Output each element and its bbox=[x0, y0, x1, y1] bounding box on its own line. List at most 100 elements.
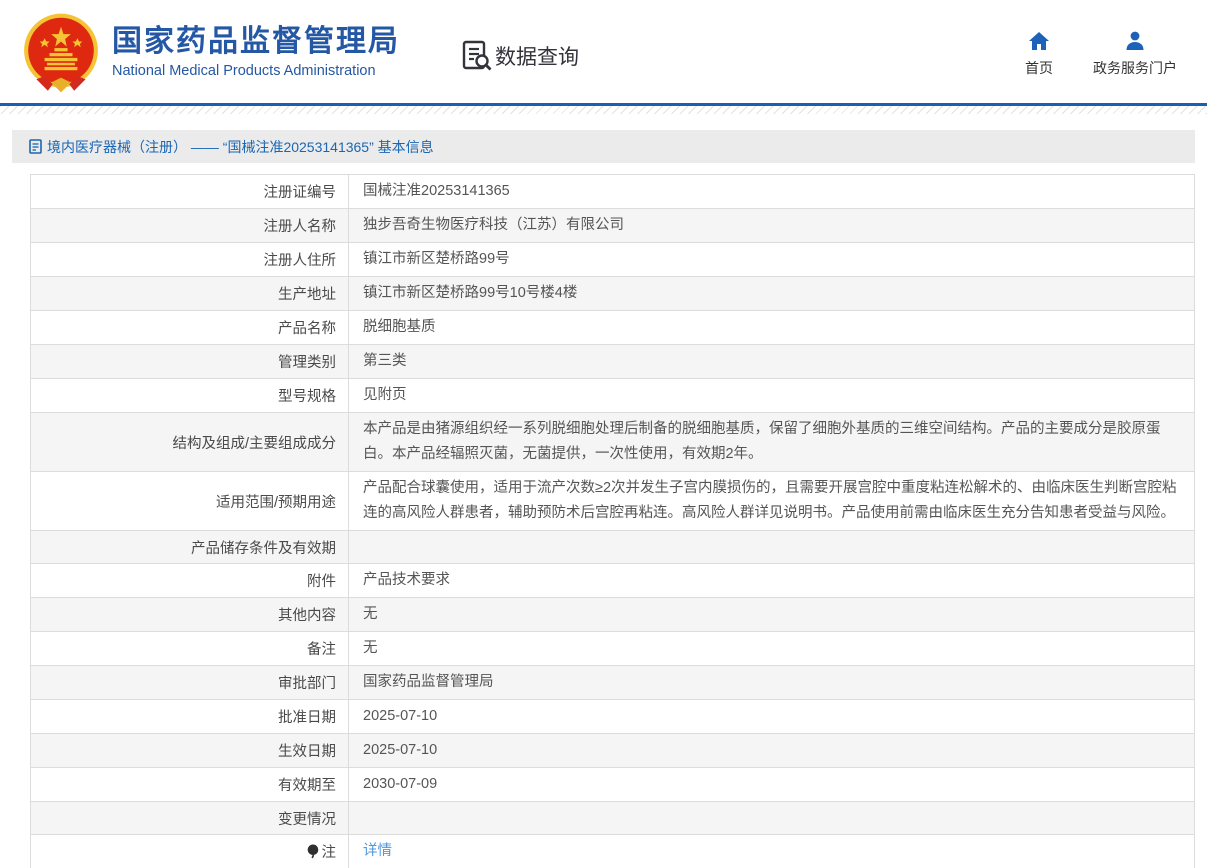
table-row: 注 详情 bbox=[31, 835, 1195, 868]
row-label: 注 bbox=[31, 835, 349, 868]
home-icon bbox=[1027, 29, 1051, 53]
row-label-text: 变更情况 bbox=[278, 812, 336, 828]
info-table-body: 注册证编号 国械注准20253141365 注册人名称 独步吾奇生物医疗科技（江… bbox=[31, 175, 1195, 868]
table-row: 产品储存条件及有效期 bbox=[31, 531, 1195, 564]
row-label-text: 审批部门 bbox=[278, 676, 336, 692]
row-label: 附件 bbox=[31, 564, 349, 598]
table-row: 产品名称 脱细胞基质 bbox=[31, 311, 1195, 345]
row-label-text: 备注 bbox=[307, 642, 336, 658]
row-value: 见附页 bbox=[349, 379, 1195, 413]
row-value: 镇江市新区楚桥路99号 bbox=[349, 243, 1195, 277]
table-row: 型号规格 见附页 bbox=[31, 379, 1195, 413]
row-value: 本产品是由猪源组织经一系列脱细胞处理后制备的脱细胞基质，保留了细胞外基质的三维空… bbox=[349, 413, 1195, 472]
detail-link[interactable]: 详情 bbox=[363, 843, 392, 859]
table-row: 备注 无 bbox=[31, 632, 1195, 666]
row-label-text: 其他内容 bbox=[278, 608, 336, 624]
row-value: 镇江市新区楚桥路99号10号楼4楼 bbox=[349, 277, 1195, 311]
table-row: 附件 产品技术要求 bbox=[31, 564, 1195, 598]
table-row: 注册人名称 独步吾奇生物医疗科技（江苏）有限公司 bbox=[31, 209, 1195, 243]
row-label: 生效日期 bbox=[31, 734, 349, 768]
row-label: 型号规格 bbox=[31, 379, 349, 413]
row-label: 产品名称 bbox=[31, 311, 349, 345]
table-row: 批准日期 2025-07-10 bbox=[31, 700, 1195, 734]
nav-item-label: 政务服务门户 bbox=[1093, 58, 1177, 78]
row-label: 变更情况 bbox=[31, 802, 349, 835]
row-label: 产品储存条件及有效期 bbox=[31, 531, 349, 564]
note-icon bbox=[307, 844, 319, 859]
row-value: 2025-07-10 bbox=[349, 734, 1195, 768]
table-row: 生效日期 2025-07-10 bbox=[31, 734, 1195, 768]
row-value: 产品技术要求 bbox=[349, 564, 1195, 598]
row-value: 产品配合球囊使用，适用于流产次数≥2次并发生子宫内膜损伤的，且需要开展宫腔中重度… bbox=[349, 472, 1195, 531]
row-label: 备注 bbox=[31, 632, 349, 666]
row-value: 无 bbox=[349, 632, 1195, 666]
table-row: 其他内容 无 bbox=[31, 598, 1195, 632]
site-title-block: 国家药品监督管理局 National Medical Products Admi… bbox=[112, 25, 400, 79]
row-label: 注册人名称 bbox=[31, 209, 349, 243]
nav-item-label: 首页 bbox=[1025, 58, 1053, 78]
row-label-text: 结构及组成/主要组成成分 bbox=[172, 436, 336, 452]
row-value: 2025-07-10 bbox=[349, 700, 1195, 734]
row-label-text: 产品储存条件及有效期 bbox=[191, 541, 336, 557]
site-title-en: National Medical Products Administration bbox=[112, 63, 400, 79]
header-nav: 首页 政务服务门户 bbox=[1025, 25, 1177, 78]
row-value: 独步吾奇生物医疗科技（江苏）有限公司 bbox=[349, 209, 1195, 243]
row-value: 无 bbox=[349, 598, 1195, 632]
data-query-label: 数据查询 bbox=[495, 41, 579, 71]
row-label-text: 产品名称 bbox=[278, 321, 336, 337]
row-label-text: 管理类别 bbox=[278, 355, 336, 371]
row-label: 注册证编号 bbox=[31, 175, 349, 209]
registration-info-table: 注册证编号 国械注准20253141365 注册人名称 独步吾奇生物医疗科技（江… bbox=[30, 174, 1195, 868]
row-label-text: 注册人名称 bbox=[264, 219, 337, 235]
table-row: 结构及组成/主要组成成分 本产品是由猪源组织经一系列脱细胞处理后制备的脱细胞基质… bbox=[31, 413, 1195, 472]
row-value: 国械注准20253141365 bbox=[349, 175, 1195, 209]
nav-item-home[interactable]: 首页 bbox=[1025, 29, 1053, 78]
main-content: 境内医疗器械（注册） —— “国械注准20253141365” 基本信息 注册证… bbox=[12, 130, 1195, 868]
row-label: 批准日期 bbox=[31, 700, 349, 734]
breadcrumb-text: 境内医疗器械（注册） —— “国械注准20253141365” 基本信息 bbox=[47, 137, 434, 157]
row-value: 第三类 bbox=[349, 345, 1195, 379]
table-row: 有效期至 2030-07-09 bbox=[31, 768, 1195, 802]
row-value bbox=[349, 531, 1195, 564]
row-label-text: 有效期至 bbox=[278, 778, 336, 794]
document-icon bbox=[29, 139, 42, 154]
site-title-cn: 国家药品监督管理局 bbox=[112, 25, 400, 59]
row-value: 详情 bbox=[349, 835, 1195, 868]
row-label: 管理类别 bbox=[31, 345, 349, 379]
user-icon bbox=[1123, 29, 1147, 53]
row-label-text: 批准日期 bbox=[278, 710, 336, 726]
table-row: 适用范围/预期用途 产品配合球囊使用，适用于流产次数≥2次并发生子宫内膜损伤的，… bbox=[31, 472, 1195, 531]
document-search-icon bbox=[462, 40, 492, 72]
hatch-strip bbox=[0, 106, 1207, 114]
row-label: 有效期至 bbox=[31, 768, 349, 802]
table-row: 管理类别 第三类 bbox=[31, 345, 1195, 379]
row-label-text: 生产地址 bbox=[278, 287, 336, 303]
table-row: 注册证编号 国械注准20253141365 bbox=[31, 175, 1195, 209]
row-label-text: 注册人住所 bbox=[264, 253, 337, 269]
nav-item-gov-portal[interactable]: 政务服务门户 bbox=[1093, 29, 1177, 78]
row-value: 2030-07-09 bbox=[349, 768, 1195, 802]
table-row: 注册人住所 镇江市新区楚桥路99号 bbox=[31, 243, 1195, 277]
data-query-section[interactable]: 数据查询 bbox=[462, 40, 579, 72]
table-row: 审批部门 国家药品监督管理局 bbox=[31, 666, 1195, 700]
registration-info-table-wrap: 注册证编号 国械注准20253141365 注册人名称 独步吾奇生物医疗科技（江… bbox=[30, 174, 1195, 868]
row-label-text: 适用范围/预期用途 bbox=[216, 495, 336, 511]
row-label-text: 注 bbox=[322, 845, 337, 861]
table-row: 变更情况 bbox=[31, 802, 1195, 835]
row-label: 注册人住所 bbox=[31, 243, 349, 277]
row-label: 生产地址 bbox=[31, 277, 349, 311]
row-value: 国家药品监督管理局 bbox=[349, 666, 1195, 700]
row-label-text: 注册证编号 bbox=[264, 185, 337, 201]
row-value: 脱细胞基质 bbox=[349, 311, 1195, 345]
site-header: 国家药品监督管理局 National Medical Products Admi… bbox=[0, 0, 1207, 103]
breadcrumb: 境内医疗器械（注册） —— “国械注准20253141365” 基本信息 bbox=[12, 130, 1195, 163]
row-label: 适用范围/预期用途 bbox=[31, 472, 349, 531]
national-emblem-logo[interactable] bbox=[20, 11, 102, 95]
row-value bbox=[349, 802, 1195, 835]
row-label: 审批部门 bbox=[31, 666, 349, 700]
row-label-text: 生效日期 bbox=[278, 744, 336, 760]
row-label: 结构及组成/主要组成成分 bbox=[31, 413, 349, 472]
row-label-text: 附件 bbox=[307, 574, 336, 590]
row-label-text: 型号规格 bbox=[278, 389, 336, 405]
row-label: 其他内容 bbox=[31, 598, 349, 632]
